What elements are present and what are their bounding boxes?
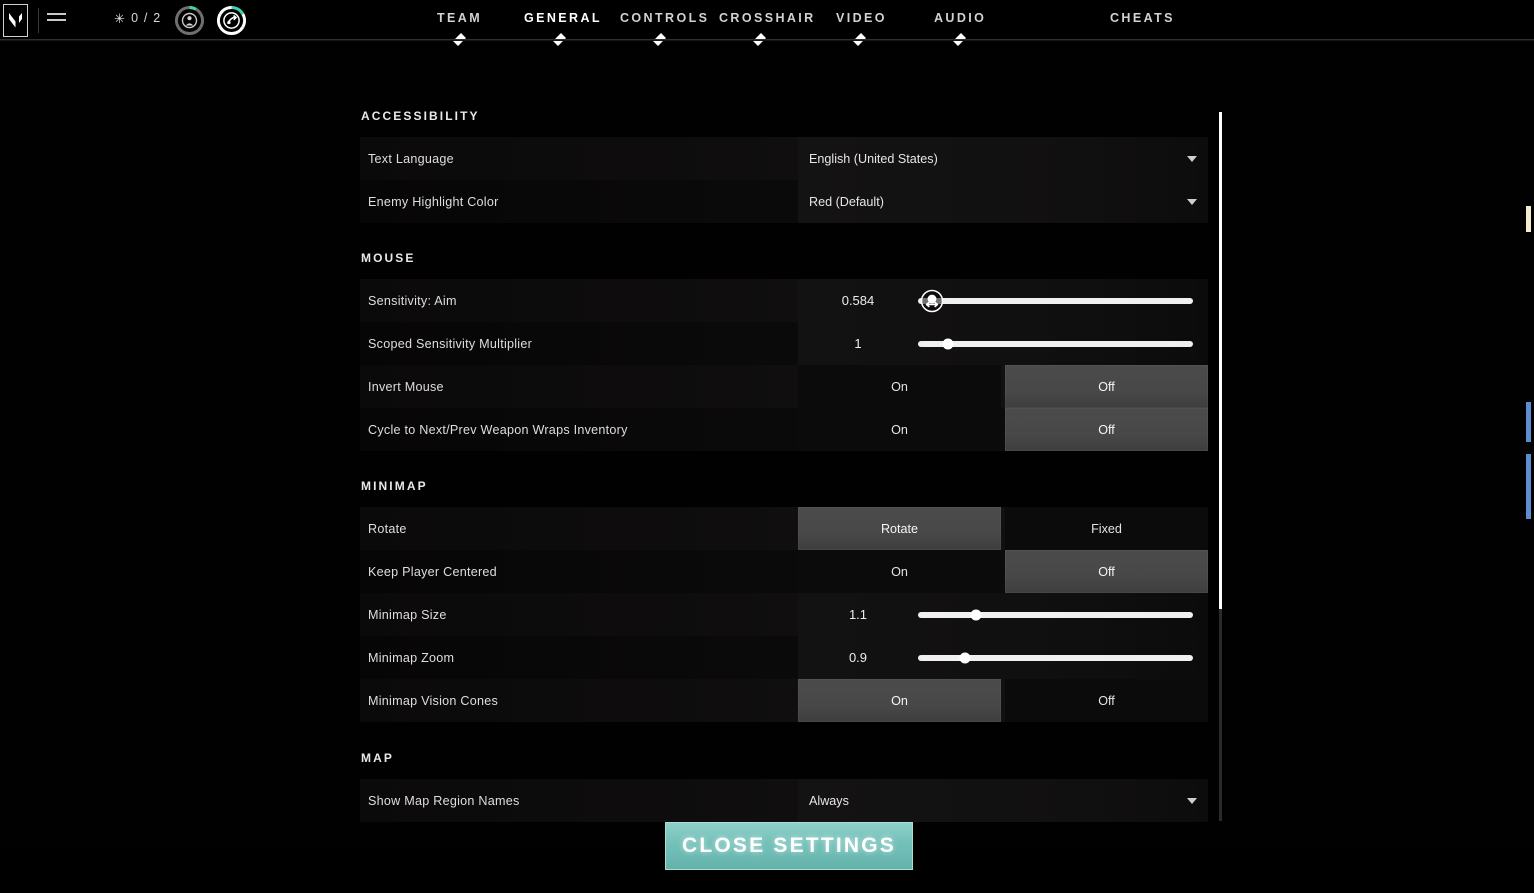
slider-sensitivity-aim[interactable]: 0.584 xyxy=(798,279,1208,322)
setting-label: Text Language xyxy=(368,151,454,166)
setting-label: Minimap Size xyxy=(368,607,447,622)
slider-track-area[interactable] xyxy=(918,636,1208,679)
slider-minimap-size[interactable]: 1.1 xyxy=(798,593,1208,636)
toggle-option-off[interactable]: Off xyxy=(1005,550,1208,593)
scrollbar-thumb[interactable] xyxy=(1219,112,1222,609)
setting-row-scoped-sensitivity-multiplier: Scoped Sensitivity Multiplier 1 xyxy=(360,322,1208,365)
setting-row-keep-player-centered: Keep Player Centered On Off xyxy=(360,550,1208,593)
chevron-down-icon[interactable] xyxy=(1187,198,1197,205)
setting-label: Scoped Sensitivity Multiplier xyxy=(368,336,533,351)
setting-label: Enemy Highlight Color xyxy=(368,194,499,209)
setting-row-minimap-vision-cones: Minimap Vision Cones On Off xyxy=(360,679,1208,722)
setting-row-cycle-to-next-prev-weapon-wraps-inventory: Cycle to Next/Prev Weapon Wraps Inventor… xyxy=(360,408,1208,451)
tab-general[interactable]: GENERAL xyxy=(524,11,602,25)
section-heading-minimap: MINIMAP xyxy=(361,479,428,493)
toggle-option-on[interactable]: On xyxy=(798,679,1001,722)
setting-row-sensitivity-aim: Sensitivity: Aim 0.584 xyxy=(360,279,1208,322)
toggle-option-off[interactable]: Off xyxy=(1005,679,1208,722)
slider-track-area[interactable] xyxy=(918,593,1208,636)
slider-handle[interactable] xyxy=(942,338,954,349)
valorant-settings-screen: ✳ 0 / 2 TEAM GENERAL CONTROLS CROSSHAIR … xyxy=(0,0,1534,893)
slider-value: 0.584 xyxy=(841,293,875,308)
setting-label: Sensitivity: Aim xyxy=(368,293,457,308)
setting-label: Cycle to Next/Prev Weapon Wraps Inventor… xyxy=(368,422,628,437)
toggle-option-off[interactable]: Off xyxy=(1005,365,1208,408)
setting-label: Rotate xyxy=(368,521,407,536)
tab-audio[interactable]: AUDIO xyxy=(934,11,986,25)
setting-row-show-map-region-names: Show Map Region Names Always xyxy=(360,779,1208,822)
tab-crosshair[interactable]: CROSSHAIR xyxy=(719,11,816,25)
setting-label: Show Map Region Names xyxy=(368,793,520,808)
toggle-option-on[interactable]: On xyxy=(798,550,1001,593)
slider-handle[interactable] xyxy=(920,289,944,313)
slider-value: 1 xyxy=(854,336,862,351)
toggle-option-rotate[interactable]: Rotate xyxy=(798,507,1001,550)
setting-row-minimap-size: Minimap Size 1.1 xyxy=(360,593,1208,636)
dropdown-value: Always xyxy=(809,793,849,808)
toggle-group-invert-mouse: On Off xyxy=(798,365,1208,408)
toggle-option-on[interactable]: On xyxy=(798,408,1001,451)
toggle-group-keep-player-centered: On Off xyxy=(798,550,1208,593)
dropdown-background xyxy=(798,779,1208,822)
scrollbar-mark-blue xyxy=(1526,454,1531,519)
setting-row-minimap-zoom: Minimap Zoom 0.9 xyxy=(360,636,1208,679)
setting-label: Keep Player Centered xyxy=(368,564,497,579)
slider-handle[interactable] xyxy=(959,652,971,663)
tab-team[interactable]: TEAM xyxy=(437,11,482,25)
slider-scoped-sensitivity-multiplier[interactable]: 1 xyxy=(798,322,1208,365)
tab-video[interactable]: VIDEO xyxy=(836,11,887,25)
toggle-group-cycle-to-next-prev-weapon-wraps-inventory: On Off xyxy=(798,408,1208,451)
slider-track-area[interactable] xyxy=(918,279,1208,322)
scrollbar-mark-blue xyxy=(1526,402,1531,442)
section-heading-accessibility: ACCESSIBILITY xyxy=(361,109,480,123)
setting-row-enemy-highlight-color: Enemy Highlight Color Red (Default) xyxy=(360,180,1208,223)
toggle-group-minimap-vision-cones: On Off xyxy=(798,679,1208,722)
section-heading-map: MAP xyxy=(361,751,394,765)
setting-label: Minimap Zoom xyxy=(368,650,455,665)
toggle-option-fixed[interactable]: Fixed xyxy=(1005,507,1208,550)
toggle-group-rotate: Rotate Fixed xyxy=(798,507,1208,550)
tab-controls[interactable]: CONTROLS xyxy=(620,11,709,25)
close-settings-label: CLOSE SETTINGS xyxy=(682,834,896,857)
dropdown-text-language[interactable]: English (United States) xyxy=(798,137,1208,180)
slider-track[interactable] xyxy=(918,609,1193,620)
settings-tab-bar: TEAM GENERAL CONTROLS CROSSHAIR VIDEO AUDIO CH… xyxy=(0,0,1534,46)
setting-label: Invert Mouse xyxy=(368,379,444,394)
setting-label: Minimap Vision Cones xyxy=(368,693,499,708)
dropdown-value: English (United States) xyxy=(809,151,938,166)
slider-track[interactable] xyxy=(918,652,1193,663)
top-bar: ✳ 0 / 2 TEAM GENERAL CONTROLS CROSSHAIR … xyxy=(0,0,1534,46)
chevron-down-icon[interactable] xyxy=(1187,797,1197,804)
chevron-down-icon[interactable] xyxy=(1187,155,1197,162)
setting-row-text-language: Text Language English (United States) xyxy=(360,137,1208,180)
setting-row-rotate: Rotate Rotate Fixed xyxy=(360,507,1208,550)
settings-content: ACCESSIBILITY Text Language English (Unite… xyxy=(0,41,1534,893)
slider-track[interactable] xyxy=(918,338,1193,349)
slider-minimap-zoom[interactable]: 0.9 xyxy=(798,636,1208,679)
toggle-option-on[interactable]: On xyxy=(798,365,1001,408)
section-heading-mouse: MOUSE xyxy=(361,251,416,265)
slider-value: 1.1 xyxy=(848,607,868,622)
dropdown-show-map-region-names[interactable]: Always xyxy=(798,779,1208,822)
slider-track-area[interactable] xyxy=(918,322,1208,365)
scrollbar-mark-yellow xyxy=(1526,206,1531,232)
slider-handle[interactable] xyxy=(970,609,982,620)
dropdown-value: Red (Default) xyxy=(809,194,884,209)
browser-scrollbar-marks xyxy=(1520,41,1534,893)
close-settings-button[interactable]: CLOSE SETTINGS xyxy=(665,822,913,870)
tab-cheats[interactable]: CHEATS xyxy=(1110,11,1175,25)
slider-track[interactable] xyxy=(918,289,1193,312)
setting-row-invert-mouse: Invert Mouse On Off xyxy=(360,365,1208,408)
toggle-option-off[interactable]: Off xyxy=(1005,408,1208,451)
dropdown-enemy-highlight-color[interactable]: Red (Default) xyxy=(798,180,1208,223)
resize-horizontal-cursor-icon xyxy=(920,289,943,312)
settings-scrollbar[interactable] xyxy=(1219,112,1222,821)
slider-value: 0.9 xyxy=(848,650,868,665)
